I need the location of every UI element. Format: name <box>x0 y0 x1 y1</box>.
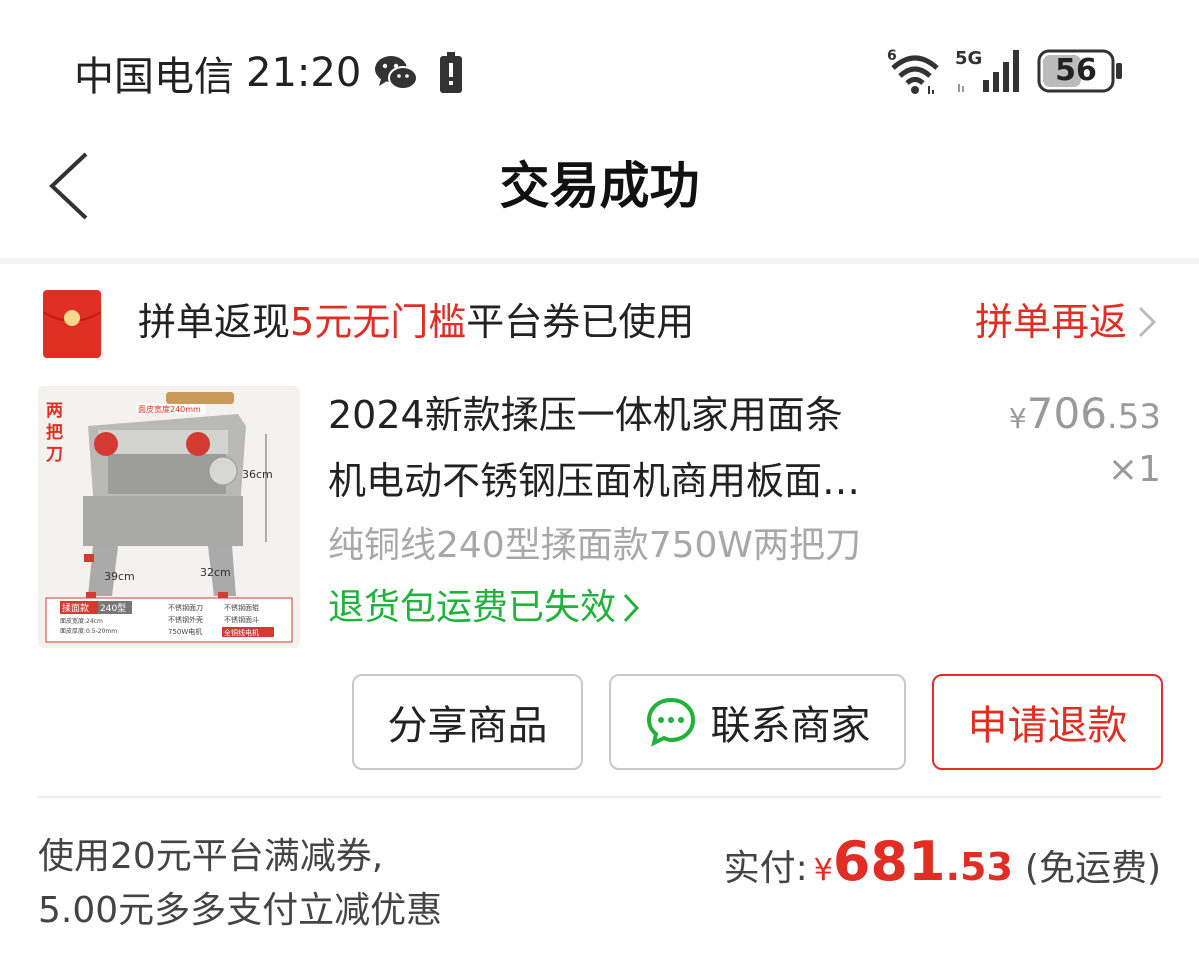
img-model-num: 240型 <box>100 603 126 614</box>
banner-text: 拼单返现5元无门槛平台券已使用 <box>138 294 694 350</box>
img-width-tag: 面皮宽度240mm <box>138 404 201 414</box>
group-rebate-link[interactable]: 拼单再返 <box>975 294 1157 350</box>
contact-merchant-button[interactable]: 联系商家 <box>609 674 906 770</box>
wechat-icon <box>375 56 419 90</box>
order-item[interactable]: 两 把 刀 面皮宽度240mm 36cm 39cm 32cm 揉面款 240型 … <box>0 382 1199 782</box>
img-feature2: 不锈钢面辊 <box>224 603 259 612</box>
carrier-label: 中国电信 <box>74 54 234 100</box>
product-title-line2: 机电动不锈钢压面机商用板面… <box>328 459 861 503</box>
price-area: ¥706.53 ×1 <box>1009 386 1161 493</box>
chat-icon <box>646 697 695 747</box>
red-packet-icon <box>43 290 101 358</box>
price-int: 706 <box>1026 389 1107 438</box>
page-title: 交易成功 <box>499 157 700 215</box>
product-spec: 纯铜线240型揉面款750W两把刀 <box>328 525 862 566</box>
banner-highlight: 5元无门槛 <box>290 300 467 344</box>
share-product-button[interactable]: 分享商品 <box>352 674 583 770</box>
clock: 21:20 <box>246 50 362 96</box>
img-feature5: 750W电机 <box>168 627 202 636</box>
paid-int: 681 <box>832 830 946 893</box>
battery-level: 56 <box>1055 53 1097 88</box>
share-product-label: 分享商品 <box>387 703 548 749</box>
network-label: 5G <box>955 48 982 69</box>
img-feature4: 不锈钢面斗 <box>224 615 259 624</box>
badge-line1: 两 <box>46 401 63 421</box>
img-feature1: 不锈钢面刀 <box>168 603 203 612</box>
product-image[interactable]: 两 把 刀 面皮宽度240mm 36cm 39cm 32cm 揉面款 240型 … <box>38 386 300 648</box>
discount-line2: 5.00元多多支付立减优惠 <box>38 890 443 931</box>
img-feature6: 全铜线电机 <box>224 628 259 637</box>
img-feature3: 不锈钢外壳 <box>168 615 203 624</box>
shipping-note: (免运费) <box>1024 848 1161 889</box>
paid-currency: ¥ <box>813 853 833 888</box>
chevron-right-icon <box>623 593 640 623</box>
price-dec: .53 <box>1106 397 1161 437</box>
banner-text-suffix: 平台券已使用 <box>466 300 695 344</box>
order-card: 拼单返现5元无门槛平台券已使用 拼单再返 两 把 刀 面皮宽度240mm 36c… <box>0 264 1199 972</box>
img-model-tag: 揉面款 <box>62 602 89 614</box>
banner-text-prefix: 拼单返现 <box>138 300 291 344</box>
chevron-right-icon <box>1138 306 1157 338</box>
badge-line3: 刀 <box>46 445 63 465</box>
img-height-label: 36cm <box>242 468 273 481</box>
contact-merchant-label: 联系商家 <box>710 703 871 749</box>
signal-icon: 5G <box>955 48 1019 92</box>
paid-dec: .53 <box>945 845 1013 889</box>
battery-indicator: 56 <box>1037 47 1125 95</box>
paid-label: 实付: <box>723 848 808 889</box>
return-shipping-label: 退货包运费已失效 <box>328 587 617 628</box>
battery-icon <box>440 52 463 93</box>
cashback-banner: 拼单返现5元无门槛平台券已使用 拼单再返 <box>0 264 1199 382</box>
wifi-label: 6 <box>887 48 897 64</box>
status-bar-left: 中国电信 21:20 <box>74 48 463 100</box>
unit-price: ¥706.53 <box>1009 386 1161 447</box>
request-refund-button[interactable]: 申请退款 <box>932 674 1163 770</box>
group-rebate-label: 拼单再返 <box>974 300 1127 344</box>
status-bar-right: 6 5G 56 <box>887 44 1125 98</box>
img-depth-label: 39cm <box>104 570 135 583</box>
divider <box>38 796 1161 798</box>
img-spec1: 面皮宽度:24cm <box>60 617 103 625</box>
total-paid: 实付: ¥ 681 .53 (免运费) <box>724 830 1161 893</box>
discount-info: 使用20元平台满减券, 5.00元多多支付立减优惠 <box>38 830 442 938</box>
price-currency: ¥ <box>1008 402 1027 435</box>
img-spec2: 面皮厚度:0.5-20mm <box>60 627 117 635</box>
noodle-machine-illustration: 两 把 刀 面皮宽度240mm 36cm 39cm 32cm 揉面款 240型 … <box>38 386 300 648</box>
product-title[interactable]: 2024新款揉压一体机家用面条 机电动不锈钢压面机商用板面… <box>328 382 948 514</box>
quantity: ×1 <box>1107 449 1161 490</box>
request-refund-label: 申请退款 <box>967 703 1128 749</box>
img-width-label: 32cm <box>200 566 231 579</box>
product-title-line1: 2024新款揉压一体机家用面条 <box>328 393 843 437</box>
return-shipping-info[interactable]: 退货包运费已失效 <box>328 580 640 636</box>
badge-line2: 把 <box>46 422 63 443</box>
top-bar: 中国电信 21:20 6 5G 56 交易成功 <box>0 0 1199 258</box>
discount-line1: 使用20元平台满减券, <box>38 836 384 877</box>
wifi-icon: 6 <box>887 48 939 94</box>
